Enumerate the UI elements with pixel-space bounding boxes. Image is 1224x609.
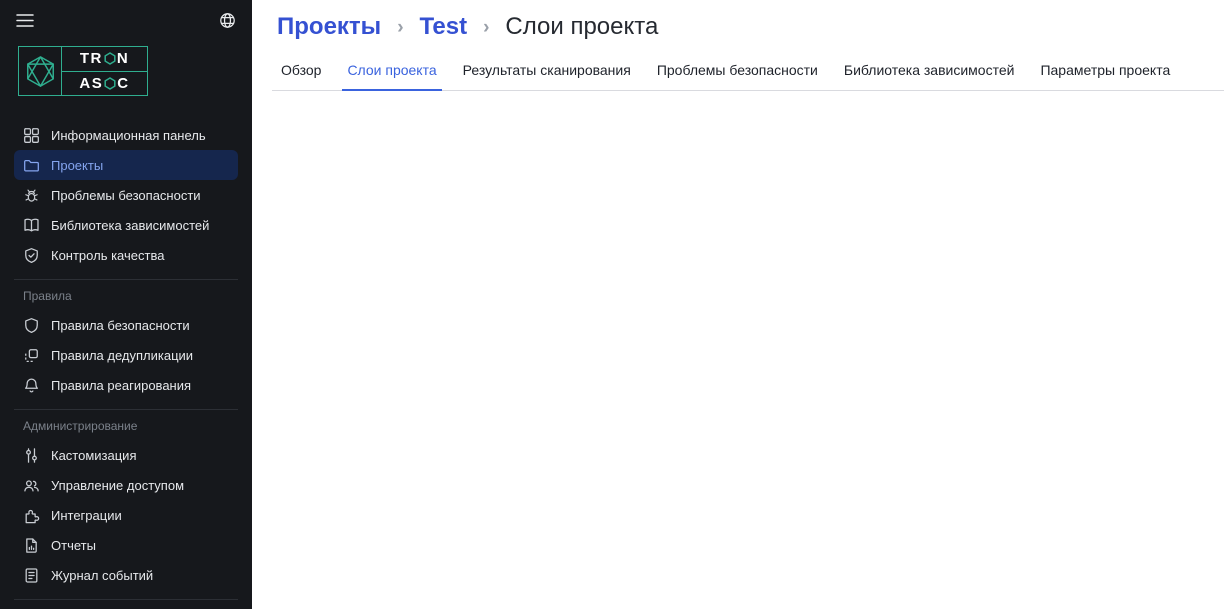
- shield-icon: [23, 317, 40, 334]
- breadcrumb-projects-link[interactable]: Проекты: [277, 13, 381, 41]
- bell-icon: [23, 377, 40, 394]
- sidebar-item-label: Контроль качества: [51, 248, 164, 263]
- tab-project-settings[interactable]: Параметры проекта: [1038, 62, 1172, 90]
- sidebar-item-label: Библиотека зависимостей: [51, 218, 209, 233]
- sidebar-item-quality-control[interactable]: Контроль качества: [14, 240, 238, 270]
- hamburger-menu-icon[interactable]: [16, 13, 34, 28]
- brand-line1: TR N: [62, 47, 147, 71]
- main-content: Проекты › Test › Слои проекта Обзор Слои…: [252, 0, 1224, 609]
- tab-overview[interactable]: Обзор: [279, 62, 323, 90]
- hexagon-o-icon: [104, 52, 116, 65]
- tab-scan-results[interactable]: Результаты сканирования: [461, 62, 633, 90]
- tab-security-issues[interactable]: Проблемы безопасности: [655, 62, 820, 90]
- divider: [14, 599, 238, 600]
- sliders-icon: [23, 447, 40, 464]
- sidebar-item-security-rules[interactable]: Правила безопасности: [14, 310, 238, 340]
- divider: [14, 279, 238, 280]
- sidebar-item-event-log[interactable]: Журнал событий: [14, 560, 238, 590]
- sidebar-item-reports[interactable]: Отчеты: [14, 530, 238, 560]
- breadcrumb-project-link[interactable]: Test: [420, 13, 468, 41]
- report-icon: [23, 537, 40, 554]
- tab-bar: Обзор Слои проекта Результаты сканирован…: [272, 62, 1224, 91]
- sidebar-item-dashboard[interactable]: Информационная панель: [14, 120, 238, 150]
- journal-icon: [23, 567, 40, 584]
- sidebar-item-access-management[interactable]: Управление доступом: [14, 470, 238, 500]
- section-heading-admin: Администрирование: [23, 419, 252, 433]
- sidebar-item-customization[interactable]: Кастомизация: [14, 440, 238, 470]
- tab-dependency-library[interactable]: Библиотека зависимостей: [842, 62, 1017, 90]
- shield-check-icon: [23, 247, 40, 264]
- globe-icon[interactable]: [219, 12, 236, 29]
- dashboard-icon: [23, 127, 40, 144]
- sidebar-item-response-rules[interactable]: Правила реагирования: [14, 370, 238, 400]
- brand-line2: AS C: [62, 71, 147, 96]
- section-heading-rules: Правила: [23, 289, 252, 303]
- tab-project-layers[interactable]: Слои проекта: [345, 62, 438, 90]
- sidebar: TR N AS C Информацион: [0, 0, 252, 609]
- users-icon: [23, 477, 40, 494]
- sidebar-item-label: Правила дедупликации: [51, 348, 193, 363]
- breadcrumb-separator: ›: [483, 15, 489, 39]
- sidebar-item-label: Информационная панель: [51, 128, 206, 143]
- page-title: Слои проекта: [505, 13, 658, 41]
- divider: [14, 409, 238, 410]
- puzzle-icon: [23, 507, 40, 524]
- bug-icon: [23, 187, 40, 204]
- hexagon-o-icon: [104, 77, 116, 90]
- sidebar-item-label: Интеграции: [51, 508, 122, 523]
- breadcrumb-separator: ›: [397, 15, 403, 39]
- folder-icon: [23, 157, 40, 174]
- brand-logo: TR N AS C: [18, 46, 148, 96]
- sidebar-item-dependency-library[interactable]: Библиотека зависимостей: [14, 210, 238, 240]
- sidebar-item-label: Журнал событий: [51, 568, 153, 583]
- sidebar-item-projects[interactable]: Проекты: [14, 150, 238, 180]
- duplicate-icon: [23, 347, 40, 364]
- sidebar-item-label: Правила реагирования: [51, 378, 191, 393]
- sidebar-item-label: Кастомизация: [51, 448, 136, 463]
- sidebar-item-dedup-rules[interactable]: Правила дедупликации: [14, 340, 238, 370]
- sidebar-item-label: Отчеты: [51, 538, 96, 553]
- sidebar-item-label: Проблемы безопасности: [51, 188, 201, 203]
- brand-logo-text: TR N AS C: [62, 47, 147, 95]
- sidebar-item-security-issues[interactable]: Проблемы безопасности: [14, 180, 238, 210]
- book-icon: [23, 217, 40, 234]
- breadcrumb: Проекты › Test › Слои проекта: [252, 0, 1224, 41]
- sidebar-item-integrations[interactable]: Интеграции: [14, 500, 238, 530]
- sidebar-nav: Информационная панель Проекты: [0, 120, 252, 609]
- app-window: TR N AS C Информацион: [0, 0, 1224, 609]
- sidebar-item-label: Правила безопасности: [51, 318, 190, 333]
- cube-logo-icon: [19, 47, 62, 95]
- sidebar-topbar: [0, 0, 252, 29]
- sidebar-item-label: Проекты: [51, 158, 103, 173]
- sidebar-item-label: Управление доступом: [51, 478, 184, 493]
